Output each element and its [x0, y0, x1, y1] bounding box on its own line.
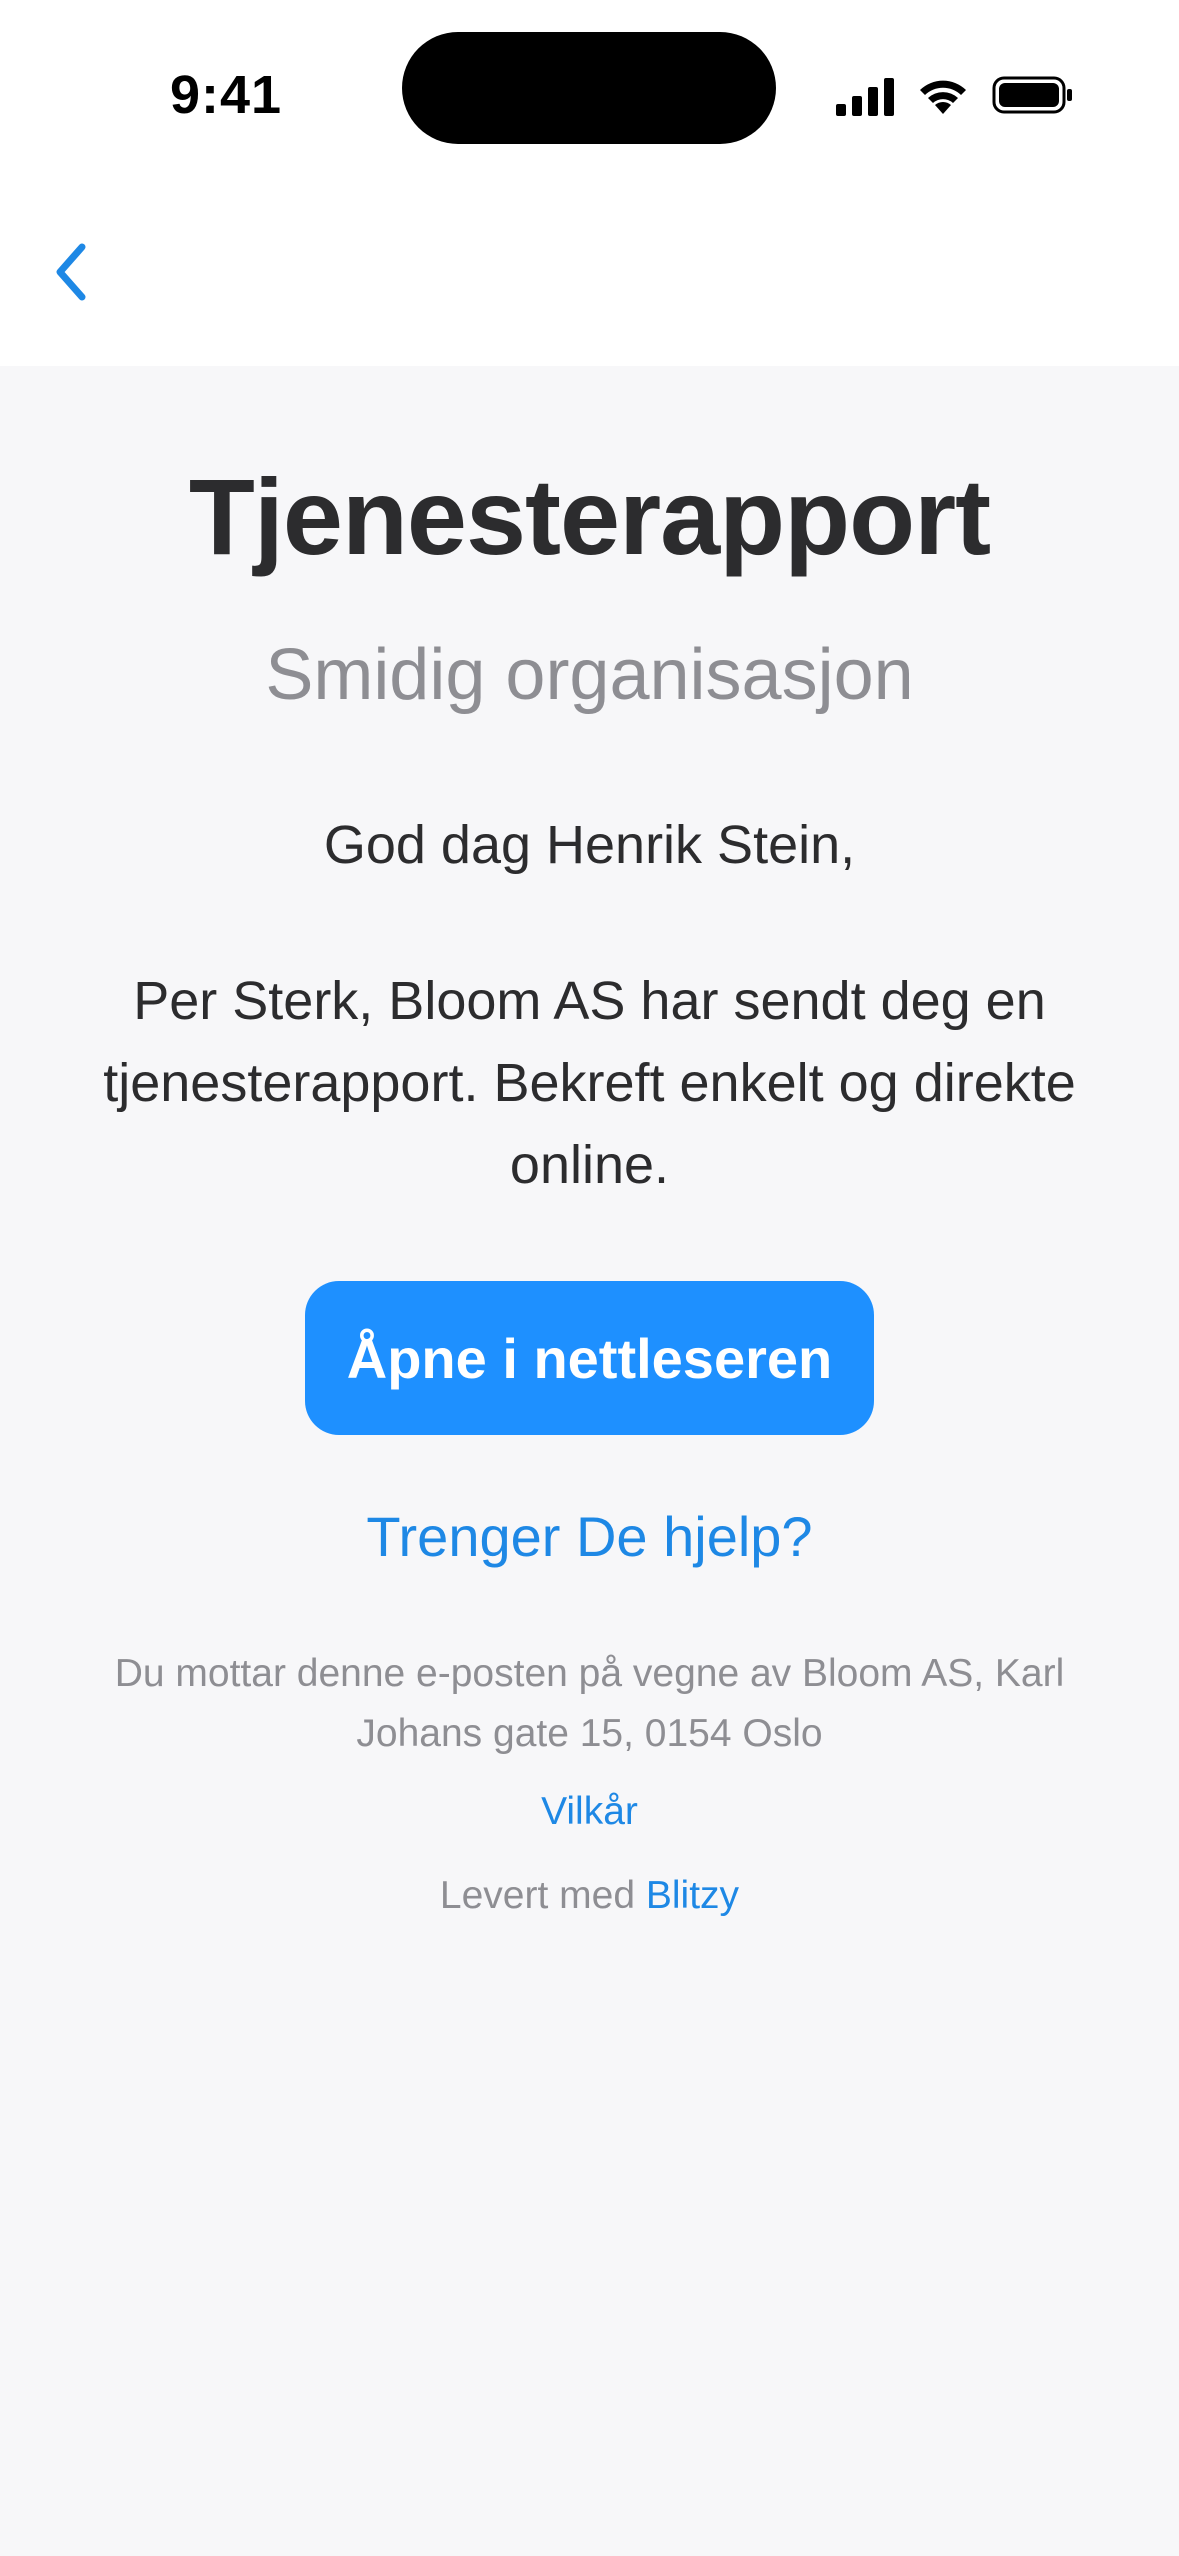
powered-by-brand-link[interactable]: Blitzy	[646, 1874, 739, 1917]
back-button[interactable]	[40, 232, 100, 312]
screen: 9:41 Tjenesterapport Smidig organisasjon…	[0, 0, 1179, 2556]
terms-link[interactable]: Vilkår	[0, 1790, 1179, 1834]
footer-sender-info: Du mottar denne e-posten på vegne av Blo…	[114, 1652, 1065, 1755]
status-bar: 9:41	[0, 0, 1179, 180]
cellular-signal-icon	[836, 78, 894, 116]
wifi-icon	[920, 80, 966, 114]
page-title: Tjenesterapport	[188, 456, 991, 577]
greeting-text: God dag Henrik Stein,	[323, 815, 856, 875]
chevron-left-icon	[56, 243, 86, 301]
powered-by: Levert med Blitzy	[0, 1874, 1179, 1918]
open-in-browser-button[interactable]: Åpne i nettleseren	[305, 1281, 874, 1435]
help-link[interactable]: Trenger De hjelp?	[0, 1504, 1179, 1569]
organization-subtitle: Smidig organisasjon	[265, 635, 914, 715]
battery-icon	[992, 76, 1072, 114]
status-time: 9:41	[170, 65, 283, 125]
nav-bar	[0, 180, 1179, 366]
powered-by-prefix: Levert med	[439, 1874, 636, 1917]
message-text: Per Sterk, Bloom AS har sendt deg en tje…	[103, 971, 1076, 1195]
dynamic-island	[402, 32, 776, 144]
